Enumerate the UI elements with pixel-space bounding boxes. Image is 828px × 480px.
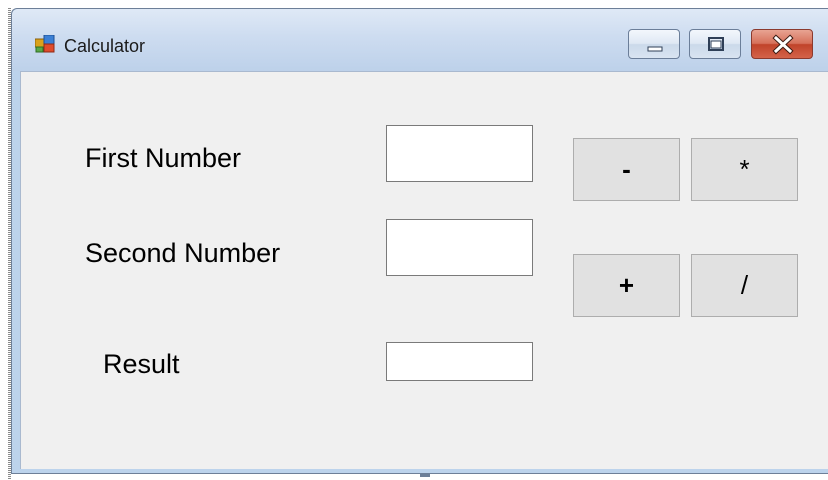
minus-button[interactable]: -	[573, 138, 680, 201]
second-number-input[interactable]	[386, 219, 533, 276]
restore-icon	[708, 37, 724, 51]
result-output[interactable]	[386, 342, 533, 381]
divide-button[interactable]: /	[691, 254, 798, 317]
result-label: Result	[103, 349, 180, 379]
maximize-button[interactable]	[689, 29, 741, 59]
form-client-area: First Number Second Number Result - * + …	[20, 71, 828, 469]
desktop: Calculator First Number Second Number Re…	[0, 0, 828, 480]
close-button[interactable]	[751, 29, 813, 59]
calculator-window: Calculator First Number Second Number Re…	[11, 8, 828, 474]
close-icon	[772, 34, 794, 55]
first-number-input[interactable]	[386, 125, 533, 182]
minimize-button[interactable]	[628, 29, 680, 59]
window-title: Calculator	[64, 36, 146, 56]
first-number-label: First Number	[85, 143, 242, 173]
minimize-icon	[647, 46, 663, 52]
windows-form-icon	[35, 35, 55, 53]
title-bar[interactable]: Calculator	[12, 9, 828, 71]
resize-grip[interactable]	[420, 474, 430, 477]
plus-button[interactable]: +	[573, 254, 680, 317]
multiply-button[interactable]: *	[691, 138, 798, 201]
second-number-label: Second Number	[85, 238, 281, 268]
